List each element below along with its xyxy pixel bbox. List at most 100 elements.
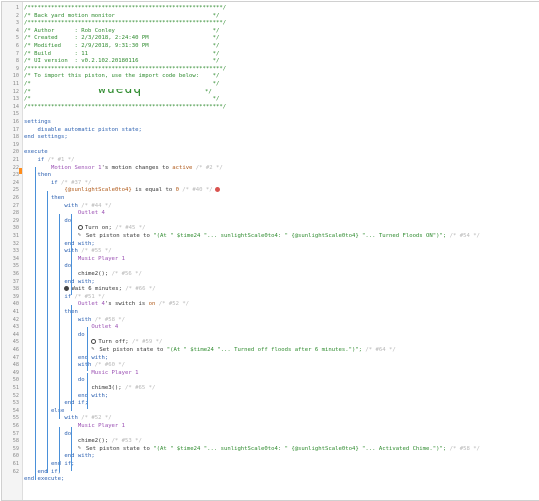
line-number: 44: [12, 331, 19, 338]
edit-icon: ✎: [91, 347, 95, 352]
line-number: 8: [15, 58, 19, 65]
line-number: 35: [12, 263, 19, 270]
statement-id[interactable]: /* #60 */: [95, 362, 125, 368]
line-number: 20: [12, 149, 19, 156]
line-number: 6: [15, 43, 19, 49]
line-number: 12: [12, 88, 19, 95]
statement-id[interactable]: /* #1 */: [48, 157, 75, 163]
indent-guide: [87, 327, 88, 371]
set-state-statement[interactable]: Set piston state to: [86, 446, 153, 452]
if-keyword: if: [24, 157, 48, 163]
code-line: do: [24, 218, 537, 226]
code-line: /* */: [24, 81, 537, 89]
statement-id[interactable]: /* #52 */: [155, 301, 189, 307]
code-line: end with;: [24, 393, 537, 401]
ui-version-line: /* UI version : v0.2.102.20180116 */: [24, 58, 220, 65]
device-music-player-1[interactable]: Music Player 1: [24, 256, 125, 262]
line-number: 24: [12, 179, 19, 186]
indent-guide: [35, 167, 36, 480]
wait-statement[interactable]: Wait 6 minutes;: [71, 286, 125, 292]
line-number: 60: [12, 453, 19, 460]
indent-guide: [71, 259, 72, 295]
set-state-statement[interactable]: Set piston state to: [99, 347, 166, 353]
chime2-statement[interactable]: chime2();: [24, 438, 112, 444]
line-number: 27: [12, 202, 19, 209]
created-line: /* Created : 2/3/2018, 2:24:40 PM */: [24, 35, 220, 42]
with-keyword: with: [24, 415, 82, 422]
statement-id[interactable]: /* #52 */: [81, 415, 111, 421]
turn-off-statement[interactable]: Turn off;: [98, 339, 132, 345]
disable-state-setting: disable automatic piston state;: [24, 126, 142, 133]
line-number: 1: [15, 5, 19, 11]
state-expression: "(At " $time24 "... Turned off floods af…: [166, 347, 363, 353]
device-outlet-4[interactable]: Outlet 4: [78, 301, 105, 307]
end-with-keyword: end with;: [24, 354, 109, 361]
piston-code-editor[interactable]: 1 2 3 4 5 6 7 8 9 10 11 12 13 14 15 16 17 18 19 20 21 22 23 24 2…: [1, 1, 539, 501]
line-number: 9: [15, 65, 19, 72]
line-number: 15: [12, 111, 19, 118]
line-number: 13: [12, 96, 19, 103]
code-line: ✎ Set piston state to "(At " $time24 "...…: [24, 347, 537, 355]
do-keyword: do: [24, 377, 85, 384]
condition-text: 's motion changes to: [101, 164, 173, 171]
trigger-flag-marker: [19, 168, 22, 174]
code-line: /* Back yard motion monitor */: [24, 13, 537, 21]
code-line: /* Created : 2/3/2018, 2:24:40 PM */: [24, 35, 537, 43]
line-number: 19: [12, 141, 19, 148]
chime2-statement[interactable]: chime2();: [24, 271, 112, 277]
line-number: 29: [12, 217, 19, 224]
code-line: if /* #37 */: [24, 180, 537, 188]
modified-line: /* Modified : 2/9/2018, 9:31:30 PM */: [24, 43, 220, 49]
if-keyword: if: [24, 179, 62, 186]
statement-id[interactable]: /* #55 */: [81, 248, 111, 254]
code-line: Outlet 4's switch is on /* #52 */: [24, 301, 537, 309]
statement-id[interactable]: /* #56 */: [112, 271, 142, 277]
statement-id[interactable]: /* #44 */: [81, 203, 111, 209]
turn-on-statement[interactable]: Turn on;: [85, 225, 115, 231]
line-number: 28: [12, 210, 19, 217]
line-number: 55: [12, 415, 19, 422]
statement-id[interactable]: /* #65 */: [125, 385, 155, 391]
indent-guide: [87, 373, 88, 409]
empty-comment: /* */: [24, 81, 220, 87]
execute-keyword: execute: [24, 149, 48, 156]
indent-guide: [47, 191, 48, 473]
line-number: 51: [12, 385, 19, 391]
set-state-statement[interactable]: Set piston state to: [86, 233, 153, 239]
condition-text: 's switch is: [104, 301, 149, 308]
device-music-player-1[interactable]: Music Player 1: [24, 423, 125, 429]
statement-id[interactable]: /* #2 */: [192, 165, 223, 171]
code-line: Wait 6 minutes; /* #66 */: [24, 286, 537, 294]
code-line: do: [24, 332, 537, 340]
line-number: 54: [12, 407, 19, 414]
statement-id[interactable]: /* #40 */: [179, 187, 212, 193]
statement-id[interactable]: /* #53 */: [112, 438, 142, 444]
state-expression: "(At " $time24 "... sunlightScale0to4: "…: [153, 445, 447, 452]
line-number: 53: [12, 400, 19, 407]
chime3-statement[interactable]: chime3();: [24, 385, 125, 391]
code-line: chime2(); /* #56 */: [24, 271, 537, 279]
end-execute-keyword: end execute;: [24, 476, 65, 483]
code-line: execute: [24, 149, 537, 157]
indent-guide: [59, 214, 60, 419]
line-number: 52: [12, 392, 19, 399]
code-line: end if;: [24, 469, 537, 477]
line-number: 46: [12, 347, 19, 353]
end-if-keyword: end if;: [24, 400, 88, 407]
statement-id: /* #54 */: [446, 233, 480, 239]
line-number: 25: [12, 187, 19, 194]
statement-id: /* #58 */: [446, 445, 480, 452]
code-line: Music Player 1: [24, 423, 537, 431]
device-outlet-4[interactable]: Outlet 4: [24, 210, 105, 216]
statement-id[interactable]: /* #58 */: [95, 317, 125, 323]
code-line: end execute;: [24, 476, 537, 484]
device-music-player-1[interactable]: Music Player 1: [24, 370, 138, 376]
device-motion-sensor[interactable]: Motion Sensor 1: [51, 165, 102, 171]
code-line: with /* #55 */: [24, 248, 537, 256]
then-keyword: then: [24, 172, 51, 179]
code-line: do: [24, 431, 537, 439]
clock-icon: [64, 286, 70, 292]
statement-id[interactable]: /* #51 */: [75, 294, 105, 300]
statement-id[interactable]: /* #37 */: [61, 180, 91, 186]
